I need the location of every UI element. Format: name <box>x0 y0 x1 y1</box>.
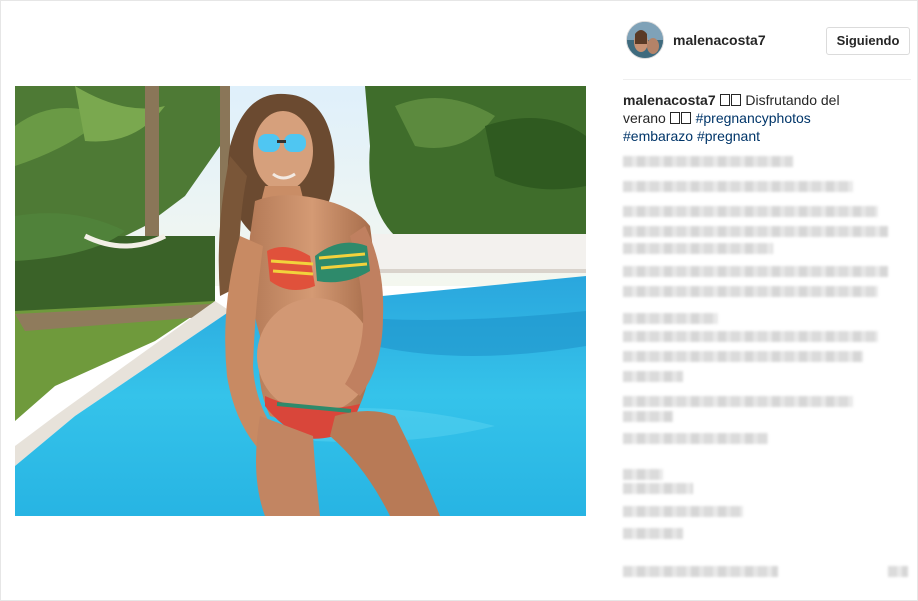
post-image <box>15 86 586 516</box>
blurred-comment-line <box>623 528 683 539</box>
photo-column <box>1 1 601 600</box>
header-username[interactable]: malenacosta7 <box>673 32 766 48</box>
blurred-comment-line <box>623 469 663 480</box>
blurred-comment-line <box>623 396 853 407</box>
header-divider <box>623 79 911 80</box>
emoji-placeholder-icon <box>719 94 730 106</box>
blurred-comment-line <box>623 483 693 494</box>
hashtag-link[interactable]: #pregnancyphotos <box>696 110 811 126</box>
blurred-comment-line <box>623 266 888 277</box>
blurred-comment-line <box>623 331 878 342</box>
following-button[interactable]: Siguiendo <box>826 27 910 55</box>
blurred-comment-line <box>623 156 793 167</box>
blurred-comment-line <box>623 243 773 254</box>
post-header: malenacosta7 Siguiendo <box>623 20 911 62</box>
emoji-placeholder-icon <box>669 112 680 124</box>
post-sidebar: malenacosta7 Siguiendo malenacosta7 Disf… <box>623 1 911 600</box>
blurred-comment-line <box>623 206 878 217</box>
blurred-comment-line <box>623 286 878 297</box>
blurred-comment-line <box>623 566 778 577</box>
post-photo[interactable] <box>15 86 586 516</box>
blurred-comment-line <box>623 506 743 517</box>
blurred-comment-line <box>623 226 888 237</box>
blurred-comment-line <box>888 566 908 577</box>
caption-username[interactable]: malenacosta7 <box>623 92 716 108</box>
post-caption: malenacosta7 Disfrutando del verano #pre… <box>623 91 863 145</box>
hashtag-link[interactable]: #pregnant <box>697 128 760 144</box>
post-dialog: malenacosta7 Siguiendo malenacosta7 Disf… <box>0 0 918 601</box>
hashtag-link[interactable]: #embarazo <box>623 128 693 144</box>
blurred-comment-line <box>623 411 673 422</box>
blurred-comment-line <box>623 371 683 382</box>
blurred-comment-line <box>623 433 768 444</box>
blurred-comment-line <box>623 313 718 324</box>
blurred-comment-line <box>623 351 863 362</box>
blurred-comment-line <box>623 181 853 192</box>
avatar[interactable] <box>626 21 664 59</box>
emoji-placeholder-icon <box>680 112 691 124</box>
avatar-image <box>627 22 663 58</box>
emoji-placeholder-icon <box>730 94 741 106</box>
